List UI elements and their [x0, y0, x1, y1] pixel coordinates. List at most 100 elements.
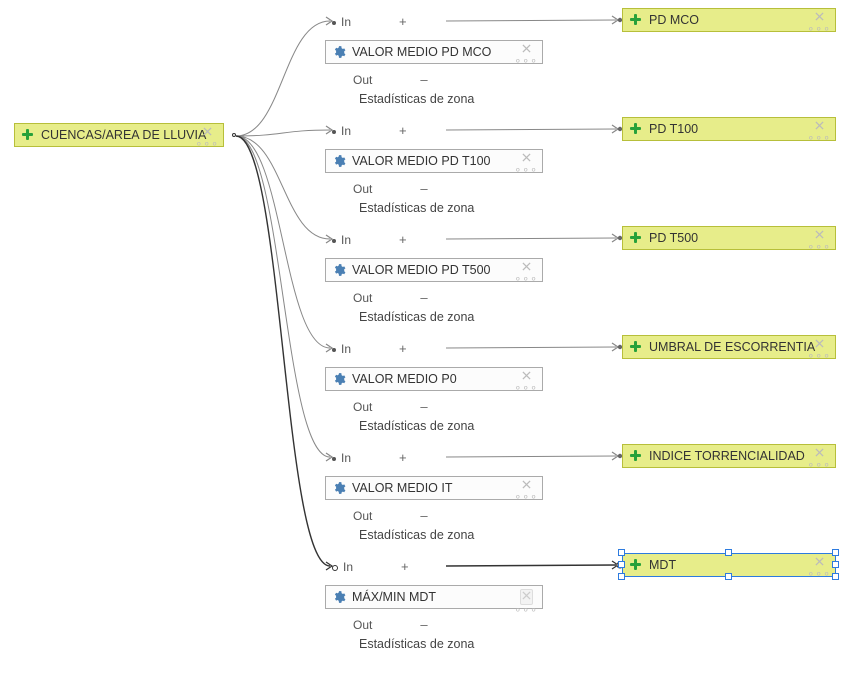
selection-handle[interactable] — [832, 561, 839, 568]
algorithm-description: Estadísticas de zona — [359, 528, 474, 542]
out-port[interactable]: Out – — [353, 508, 428, 523]
out-port[interactable]: Out – — [353, 181, 428, 196]
out-label: Out — [353, 618, 372, 632]
drag-handle-icon[interactable]: ∘∘∘ — [514, 495, 538, 501]
drag-handle-icon[interactable]: ∘∘∘ — [807, 245, 831, 251]
drag-handle-icon[interactable]: ∘∘∘ — [807, 572, 831, 578]
gear-icon — [332, 45, 346, 59]
gear-icon — [332, 590, 346, 604]
selection-handle[interactable] — [725, 549, 732, 556]
algorithm-label: VALOR MEDIO PD MCO — [352, 45, 491, 59]
algorithm-description: Estadísticas de zona — [359, 92, 474, 106]
drag-handle-icon[interactable]: ∘∘∘ — [807, 463, 831, 469]
in-label: In — [341, 451, 351, 465]
algorithm-node[interactable]: VALOR MEDIO PD T100 ∘∘∘ — [325, 149, 543, 173]
plus-icon — [629, 449, 643, 463]
gear-icon — [332, 372, 346, 386]
algorithm-label: VALOR MEDIO PD T100 — [352, 154, 490, 168]
input-layer-node[interactable]: INDICE TORRENCIALIDAD∘∘∘ — [622, 444, 836, 468]
input-layer-label: PD T500 — [649, 231, 698, 245]
plus-icon — [629, 558, 643, 572]
algorithm-description: Estadísticas de zona — [359, 419, 474, 433]
input-layer-node[interactable]: PD T100 ∘∘∘ — [622, 117, 836, 141]
plus-icon — [629, 231, 643, 245]
drag-handle-icon[interactable]: ∘∘∘ — [807, 27, 831, 33]
selection-handle[interactable] — [618, 561, 625, 568]
expand-icon[interactable]: + — [399, 123, 407, 138]
expand-icon[interactable]: + — [399, 232, 407, 247]
drag-handle-icon[interactable]: ∘∘∘ — [514, 59, 538, 65]
algorithm-description: Estadísticas de zona — [359, 310, 474, 324]
in-label: In — [341, 233, 351, 247]
in-port[interactable]: In + — [332, 232, 407, 247]
selection-handle[interactable] — [832, 573, 839, 580]
in-port[interactable]: In + — [332, 14, 407, 29]
drag-handle-icon[interactable]: ∘∘∘ — [514, 608, 538, 614]
out-label: Out — [353, 291, 372, 305]
collapse-icon[interactable]: – — [420, 508, 427, 523]
selection-handle[interactable] — [832, 549, 839, 556]
model-canvas[interactable]: CUENCAS/AREA DE LLUVIA ∘∘∘ In+PD MCO∘∘∘V… — [0, 0, 856, 674]
input-layer-label: PD T100 — [649, 122, 698, 136]
input-layer-node[interactable]: UMBRAL DE ESCORRENTIA∘∘∘ — [622, 335, 836, 359]
input-layer-node[interactable]: PD T500 ∘∘∘ — [622, 226, 836, 250]
plus-icon — [629, 13, 643, 27]
algorithm-node[interactable]: MÁX/MIN MDT∘∘∘ — [325, 585, 543, 609]
input-layer-label: MDT — [649, 558, 676, 572]
in-port[interactable]: In + — [332, 559, 409, 574]
input-layer-node[interactable]: PD MCO ∘∘∘ — [622, 8, 836, 32]
out-label: Out — [353, 182, 372, 196]
collapse-icon[interactable]: – — [420, 399, 427, 414]
input-layer-label: UMBRAL DE ESCORRENTIA — [649, 340, 815, 354]
collapse-icon[interactable]: – — [420, 290, 427, 305]
drag-handle-icon[interactable]: ∘∘∘ — [807, 136, 831, 142]
expand-icon[interactable]: + — [399, 14, 407, 29]
drag-handle-icon[interactable]: ∘∘∘ — [514, 386, 538, 392]
out-label: Out — [353, 400, 372, 414]
in-port[interactable]: In + — [332, 450, 407, 465]
out-port[interactable]: Out – — [353, 290, 428, 305]
algorithm-description: Estadísticas de zona — [359, 201, 474, 215]
plus-icon — [629, 340, 643, 354]
in-label: In — [341, 15, 351, 29]
collapse-icon[interactable]: – — [420, 617, 427, 632]
algorithm-description: Estadísticas de zona — [359, 637, 474, 651]
expand-icon[interactable]: + — [399, 450, 407, 465]
algorithm-node[interactable]: VALOR MEDIO P0 ∘∘∘ — [325, 367, 543, 391]
in-label: In — [343, 560, 353, 574]
algorithm-label: VALOR MEDIO IT — [352, 481, 452, 495]
selection-handle[interactable] — [725, 573, 732, 580]
expand-icon[interactable]: + — [401, 559, 409, 574]
in-port[interactable]: In + — [332, 123, 407, 138]
in-label: In — [341, 124, 351, 138]
drag-handle-icon[interactable]: ∘∘∘ — [514, 277, 538, 283]
algorithm-label: MÁX/MIN MDT — [352, 590, 436, 604]
algorithm-label: VALOR MEDIO P0 — [352, 372, 457, 386]
source-node[interactable]: CUENCAS/AREA DE LLUVIA ∘∘∘ — [14, 123, 224, 147]
out-port[interactable]: Out – — [353, 72, 428, 87]
algorithm-node[interactable]: VALOR MEDIO IT ∘∘∘ — [325, 476, 543, 500]
collapse-icon[interactable]: – — [420, 181, 427, 196]
source-node-label: CUENCAS/AREA DE LLUVIA — [41, 128, 206, 142]
gear-icon — [332, 154, 346, 168]
algorithm-node[interactable]: VALOR MEDIO PD MCO ∘∘∘ — [325, 40, 543, 64]
algorithm-label: VALOR MEDIO PD T500 — [352, 263, 490, 277]
selection-handle[interactable] — [618, 549, 625, 556]
algorithm-node[interactable]: VALOR MEDIO PD T500 ∘∘∘ — [325, 258, 543, 282]
out-port[interactable]: Out – — [353, 617, 428, 632]
close-icon[interactable] — [520, 589, 533, 605]
drag-handle-icon[interactable]: ∘∘∘ — [807, 354, 831, 360]
out-port[interactable]: Out – — [353, 399, 428, 414]
out-label: Out — [353, 509, 372, 523]
drag-handle-icon[interactable]: ∘∘∘ — [514, 168, 538, 174]
input-layer-label: PD MCO — [649, 13, 699, 27]
expand-icon[interactable]: + — [399, 341, 407, 356]
plus-icon — [21, 128, 35, 142]
out-label: Out — [353, 73, 372, 87]
input-layer-label: INDICE TORRENCIALIDAD — [649, 449, 805, 463]
source-output-port[interactable] — [232, 133, 236, 137]
selection-handle[interactable] — [618, 573, 625, 580]
drag-handle-icon[interactable]: ∘∘∘ — [195, 142, 219, 148]
collapse-icon[interactable]: – — [420, 72, 427, 87]
in-port[interactable]: In+ — [332, 341, 407, 356]
